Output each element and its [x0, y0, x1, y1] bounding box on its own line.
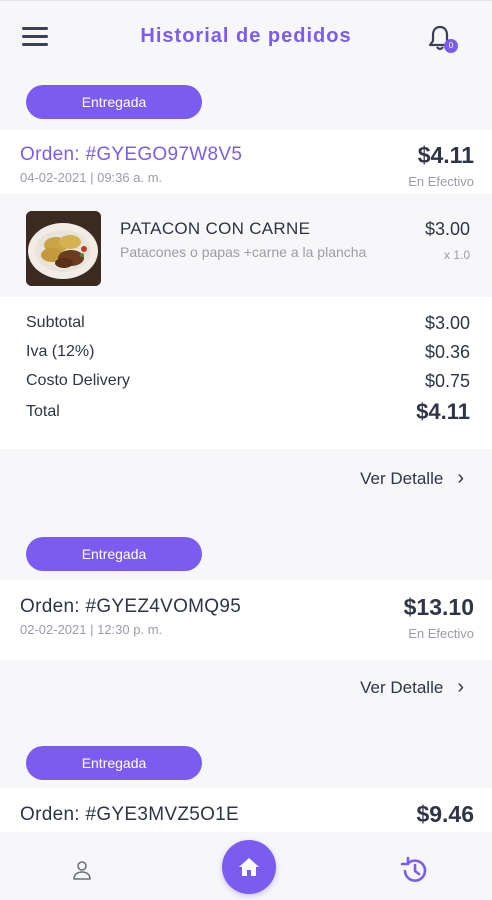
view-detail-link[interactable]: Ver Detalle › — [360, 676, 464, 698]
order-card-header[interactable]: Orden: #GYEZ4VOMQ95 02-02-2021 | 12:30 p… — [0, 580, 492, 660]
user-icon[interactable] — [70, 858, 94, 882]
delivery-label: Costo Delivery — [26, 372, 131, 389]
order-id: Orden: #GYEZ4VOMQ95 — [20, 596, 242, 617]
product-price: $3.00 — [424, 219, 470, 239]
total-label: Total — [26, 403, 60, 420]
product-quantity: x 1.0 — [443, 248, 470, 262]
order-date: 04-02-2021 | 09:36 a. m. — [20, 170, 163, 185]
order-status-badge: Entregada — [26, 537, 202, 571]
product-name: PATACON CON CARNE — [120, 219, 311, 238]
home-icon[interactable] — [222, 840, 276, 894]
payment-method: En Efectivo — [408, 174, 474, 189]
order-total: $4.11 — [417, 142, 474, 168]
order-card-header[interactable]: Orden: #GYEGO97W8V5 04-02-2021 | 09:36 a… — [0, 130, 492, 194]
order-status-badge: Entregada — [26, 746, 202, 780]
page-title: Historial de pedidos — [140, 25, 352, 47]
order-card-header[interactable]: Orden: #GYE3MVZ5O1E $9.46 — [0, 788, 492, 832]
notification-bell-icon[interactable]: 0 — [425, 23, 459, 57]
product-image — [26, 211, 101, 286]
top-bar: Historial de pedidos 0 — [0, 0, 492, 73]
view-detail-label: Ver Detalle — [360, 678, 444, 697]
bottom-navigation — [0, 832, 492, 900]
delivery-value: $0.75 — [424, 371, 470, 391]
order-summary: Subtotal $3.00 Iva (12%) $0.36 Costo Del… — [0, 297, 492, 449]
chevron-right-icon: › — [457, 467, 464, 489]
notification-count-badge: 0 — [444, 39, 458, 53]
history-icon[interactable] — [398, 854, 432, 888]
subtotal-label: Subtotal — [26, 314, 85, 331]
order-date: 02-02-2021 | 12:30 p. m. — [20, 622, 163, 637]
subtotal-value: $3.00 — [424, 313, 470, 333]
order-id: Orden: #GYEGO97W8V5 — [20, 144, 243, 165]
chevron-right-icon: › — [457, 676, 464, 698]
view-detail-link[interactable]: Ver Detalle › — [360, 467, 464, 489]
order-status-badge: Entregada — [26, 85, 202, 119]
order-total: $13.10 — [403, 594, 474, 620]
product-description: Patacones o papas +carne a la plancha — [120, 244, 367, 260]
order-id: Orden: #GYE3MVZ5O1E — [20, 804, 240, 825]
iva-label: Iva (12%) — [26, 343, 95, 360]
view-detail-label: Ver Detalle — [360, 469, 444, 488]
payment-method: En Efectivo — [408, 626, 474, 641]
total-value: $4.11 — [416, 399, 470, 424]
iva-value: $0.36 — [424, 342, 470, 362]
order-total: $9.46 — [416, 801, 474, 827]
